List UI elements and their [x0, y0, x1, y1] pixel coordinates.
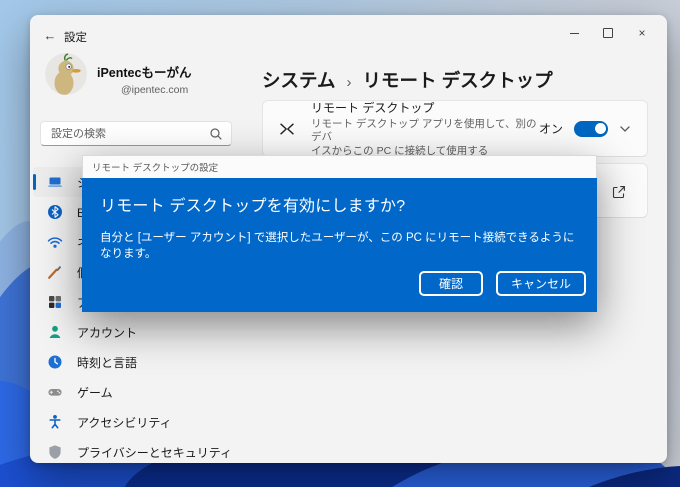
remote-desktop-toggle[interactable] — [574, 120, 608, 137]
window-title: 設定 — [64, 32, 87, 44]
sidebar-item-time-language[interactable]: 時刻と言語 — [33, 347, 259, 377]
duck-avatar — [45, 53, 87, 95]
accessibility-icon — [47, 414, 63, 430]
confirm-button[interactable]: 確認 — [418, 271, 483, 296]
dialog-body: リモート デスクトップを有効にしますか? 自分と [ユーザー アカウント] で選… — [82, 178, 597, 312]
dialog-heading: リモート デスクトップを有効にしますか? — [100, 198, 406, 215]
shield-icon — [47, 444, 63, 460]
close-icon: × — [638, 26, 646, 40]
sidebar-item-label: プライバシーとセキュリティ — [77, 445, 233, 460]
toggle-state-label: オン — [538, 122, 563, 136]
sidebar-item-label: アクセシビリティ — [77, 415, 172, 430]
settings-window: ← 設定 × iPentecもーがん @ipentec.com システム Blu… — [30, 15, 667, 463]
sidebar-item-accounts[interactable]: アカウント — [33, 317, 259, 347]
chevron-down-icon[interactable] — [619, 123, 631, 135]
sidebar-item-gaming[interactable]: ゲーム — [33, 377, 259, 407]
dialog-message: 自分と [ユーザー アカウント] で選択したユーザーが、この PC にリモート接… — [100, 232, 575, 260]
person-icon — [47, 324, 63, 340]
user-name: iPentecもーがん — [97, 66, 192, 80]
remote-card-title: リモート デスクトップ — [311, 100, 435, 115]
remote-card-description: リモート デスクトップ アプリを使用して、別のデバ イスからこの PC に接続し… — [311, 117, 537, 157]
bluetooth-icon — [47, 204, 63, 220]
page-title: リモート デスクトップ — [362, 70, 553, 91]
minimize-icon — [569, 32, 579, 34]
maximize-button[interactable] — [591, 21, 625, 45]
gamepad-icon — [47, 384, 63, 400]
brush-icon — [47, 264, 63, 280]
breadcrumb-separator-icon: › — [346, 74, 352, 91]
laptop-icon — [47, 174, 63, 190]
breadcrumb: システム › リモート デスクトップ — [262, 67, 553, 93]
breadcrumb-parent[interactable]: システム — [262, 67, 335, 93]
external-link-icon[interactable] — [611, 184, 627, 200]
desktop-wallpaper: ← 設定 × iPentecもーがん @ipentec.com システム Blu… — [0, 0, 680, 487]
cancel-button[interactable]: キャンセル — [495, 271, 586, 296]
maximize-icon — [603, 28, 613, 38]
user-profile: iPentecもーがん @ipentec.com — [45, 53, 191, 96]
window-caption-controls: × — [557, 21, 659, 45]
back-button[interactable]: ← — [40, 26, 60, 44]
minimize-button[interactable] — [557, 21, 591, 45]
clock-icon — [47, 354, 63, 370]
settings-search-box — [40, 121, 232, 146]
dialog-buttons: 確認 キャンセル — [418, 271, 586, 296]
user-handle: @ipentec.com — [121, 84, 189, 96]
sidebar-item-label: 時刻と言語 — [77, 355, 138, 370]
close-button[interactable]: × — [625, 21, 659, 45]
wifi-icon — [47, 234, 63, 250]
confirm-dialog: リモート デスクトップの設定 リモート デスクトップを有効にしますか? 自分と … — [82, 155, 597, 312]
search-icon — [209, 127, 223, 141]
sidebar-item-accessibility[interactable]: アクセシビリティ — [33, 407, 259, 437]
sidebar-item-label: アカウント — [77, 325, 138, 340]
search-input[interactable] — [41, 127, 209, 140]
sidebar-item-label: ゲーム — [77, 385, 113, 400]
remote-desktop-card[interactable]: リモート デスクトップ リモート デスクトップ アプリを使用して、別のデバ イス… — [262, 100, 648, 157]
dialog-titlebar: リモート デスクトップの設定 — [82, 155, 597, 178]
sidebar-item-privacy[interactable]: プライバシーとセキュリティ — [33, 437, 259, 463]
remote-connect-icon — [277, 119, 297, 139]
apps-grid-icon — [47, 294, 63, 310]
